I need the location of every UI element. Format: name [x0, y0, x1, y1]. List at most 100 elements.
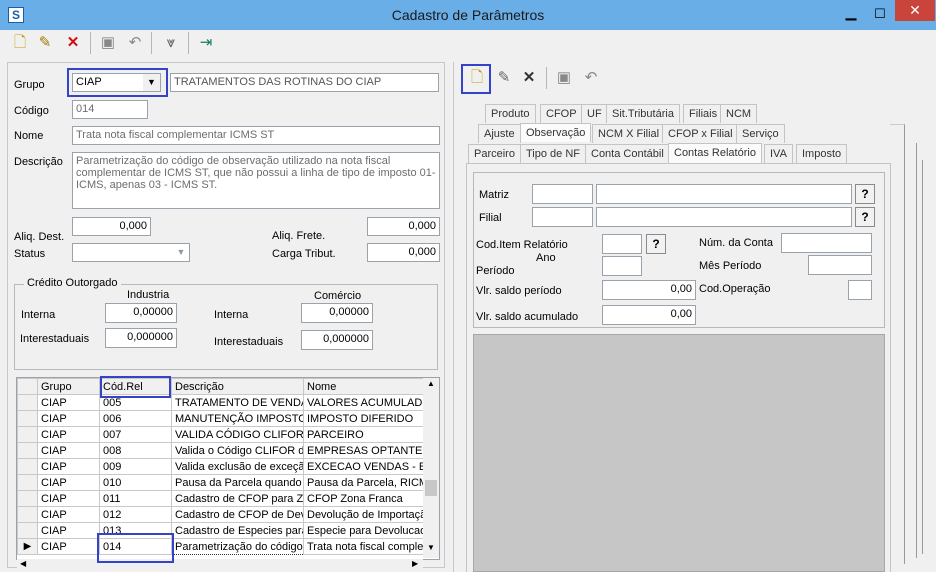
exit-icon[interactable]: ⇥ [195, 32, 217, 54]
descricao-field[interactable]: Parametrização do código de observação u… [72, 152, 440, 209]
saldo-acum-field[interactable]: 0,00 [602, 305, 696, 325]
tab-filiais[interactable]: Filiais [683, 104, 724, 123]
matriz-name-field[interactable] [596, 184, 852, 204]
tab-tipo-nf[interactable]: Tipo de NF [520, 144, 587, 163]
tab-produto[interactable]: Produto [485, 104, 536, 123]
com-interna-field[interactable]: 0,00000 [301, 303, 373, 323]
row-indicator [17, 474, 38, 491]
toolbar-divider [546, 67, 547, 89]
filial-code-field[interactable] [532, 207, 593, 227]
grid-vertical-scrollbar[interactable] [423, 378, 439, 558]
toolbar-divider [151, 32, 152, 54]
tab-imposto[interactable]: Imposto [796, 144, 848, 163]
tab-servico[interactable]: Serviço [736, 124, 785, 143]
edit-record-icon[interactable]: ✎ [34, 32, 56, 54]
cell-cod-rel: 007 [99, 426, 172, 443]
filter-icon[interactable]: ⩔ [160, 32, 182, 54]
cell-cod-rel: 010 [99, 474, 172, 491]
table-row[interactable]: CIAP 011 Cadastro de CFOP para Zo CFOP Zona… [17, 490, 426, 507]
cell-cod-rel: 011 [99, 490, 172, 507]
undo-detail-icon[interactable]: ↶ [580, 67, 602, 89]
row-indicator [17, 490, 38, 507]
table-row[interactable]: CIAP 005 TRATAMENTO DE VENDAS VALORES ACUMU… [17, 394, 426, 411]
row-indicator [17, 442, 38, 459]
tab-cfop[interactable]: CFOP [540, 104, 583, 123]
industria-label: Industria [127, 289, 170, 301]
tab-ncm[interactable]: NCM [720, 104, 758, 123]
toolbar-divider [188, 32, 189, 54]
com-inter-field[interactable]: 0,000000 [301, 330, 373, 350]
filial-lookup-button[interactable]: ? [855, 207, 875, 227]
cell-grupo: CIAP [37, 474, 100, 491]
cod-item-lookup-button[interactable]: ? [646, 234, 666, 254]
cell-descricao: TRATAMENTO DE VENDAS [171, 394, 304, 411]
cell-nome: VALORES ACUMULADOS [303, 394, 426, 411]
scroll-right-icon[interactable]: ▶ [412, 559, 418, 568]
tab-conta-contabil[interactable]: Conta Contábil [585, 144, 670, 163]
tab-contas-relatorio[interactable]: Contas Relatório [668, 143, 762, 164]
table-row-selected[interactable]: ▶ CIAP 014 Parametrização do código Trata no… [17, 538, 426, 555]
codigo-field[interactable]: 014 [72, 100, 148, 119]
table-row[interactable]: CIAP 010 Pausa da Parcela quando r Pausa da… [17, 474, 426, 491]
cell-descricao: MANUTENÇÃO IMPOSTO D [171, 410, 304, 427]
table-row[interactable]: CIAP 008 Valida o Código CLIFOR de EMPRESAS… [17, 442, 426, 459]
save-detail-icon[interactable]: ▣ [553, 67, 575, 89]
tab-observacao[interactable]: Observação [520, 123, 592, 142]
saldo-acum-label: Vlr. saldo acumulado [476, 311, 579, 323]
carga-field[interactable]: 0,000 [367, 243, 440, 262]
grid-horizontal-scrollbar[interactable] [17, 559, 423, 571]
ano-field[interactable] [602, 256, 642, 276]
aliq-dest-field[interactable]: 0,000 [72, 217, 151, 236]
tab-ncm-x-filial[interactable]: NCM X Filial [592, 124, 666, 143]
tab-sit-tributaria[interactable]: Sit.Tributária [606, 104, 680, 123]
table-row[interactable]: CIAP006MANUTENÇÃO IMPOSTO DIMPOSTO DIFER… [17, 410, 426, 427]
cod-operacao-field[interactable] [848, 280, 872, 300]
row-indicator [17, 506, 38, 523]
save-icon[interactable]: ▣ [97, 32, 119, 54]
chevron-down-icon[interactable]: ▼ [173, 244, 189, 261]
nome-field[interactable]: Trata nota fiscal complementar ICMS ST [72, 126, 440, 145]
periodo-label: Período [476, 265, 515, 277]
saldo-periodo-field[interactable]: 0,00 [602, 280, 696, 300]
close-icon[interactable]: ✕ [895, 0, 935, 21]
table-row[interactable]: CIAP 009 Valida exclusão de exceçã EXCECAO … [17, 458, 426, 475]
scroll-up-icon[interactable]: ▲ [423, 379, 439, 393]
cell-grupo: CIAP [37, 410, 100, 427]
mes-periodo-field[interactable] [808, 255, 872, 275]
maximize-icon[interactable]: ☐ [869, 5, 891, 23]
table-row[interactable]: CIAP 012 Cadastro de CFOP de Dev Devolução … [17, 506, 426, 523]
tab-uf[interactable]: UF [581, 104, 608, 123]
delete-record-icon[interactable]: ✕ [62, 32, 84, 54]
edit-detail-icon[interactable]: ✎ [493, 67, 515, 89]
records-grid[interactable]: Grupo Cód.Rel Descrição Nome CIAP 005 TRAT… [16, 377, 440, 560]
new-record-icon[interactable]: 🗋 [9, 32, 31, 54]
cell-nome: EXCECAO VENDAS - EXC [303, 458, 426, 475]
scroll-thumb[interactable] [425, 480, 437, 496]
num-conta-field[interactable] [781, 233, 872, 253]
scroll-down-icon[interactable]: ▼ [423, 543, 439, 557]
table-row[interactable]: CIAP 007 VALIDA CÓDIGO CLIFOR E PARCEIRO [17, 426, 426, 443]
scroll-left-icon[interactable]: ◀ [20, 559, 26, 568]
detail-grid-area[interactable] [473, 334, 885, 572]
aliq-frete-field[interactable]: 0,000 [367, 217, 440, 236]
col-descricao[interactable]: Descrição [171, 378, 304, 395]
credito-title: Crédito Outorgado [24, 277, 121, 289]
col-grupo[interactable]: Grupo [37, 378, 100, 395]
col-nome[interactable]: Nome [303, 378, 426, 395]
tab-parceiro[interactable]: Parceiro [468, 144, 521, 163]
ind-inter-field[interactable]: 0,000000 [105, 328, 177, 348]
matriz-lookup-button[interactable]: ? [855, 184, 875, 204]
table-row[interactable]: CIAP 013 Cadastro de Especies para Especie … [17, 522, 426, 539]
filial-name-field[interactable] [596, 207, 852, 227]
ind-interna-field[interactable]: 0,00000 [105, 303, 177, 323]
tab-iva[interactable]: IVA [764, 144, 793, 163]
minimize-icon[interactable]: ▁ [840, 5, 862, 23]
tab-ajuste[interactable]: Ajuste [478, 124, 521, 143]
undo-icon[interactable]: ↶ [124, 32, 146, 54]
tab-cfop-x-filial[interactable]: CFOP x Filial [662, 124, 739, 143]
descricao-label: Descrição [14, 156, 63, 168]
delete-detail-icon[interactable]: ✕ [518, 67, 540, 89]
cod-item-field[interactable] [602, 234, 642, 254]
matriz-code-field[interactable] [532, 184, 593, 204]
row-indicator [17, 394, 38, 411]
